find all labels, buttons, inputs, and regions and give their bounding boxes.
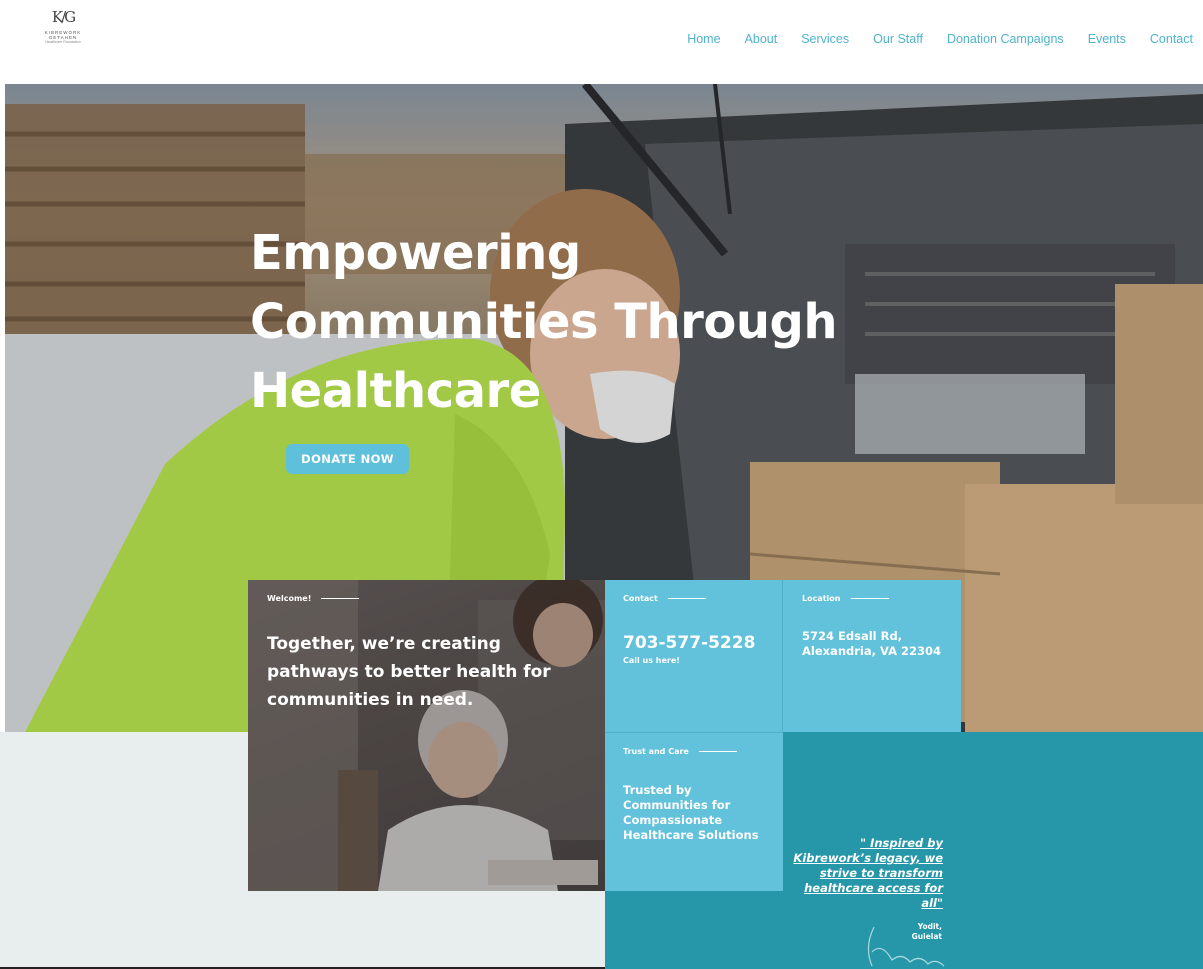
phone-number[interactable]: 703-577-5228	[623, 633, 755, 653]
nav-donation-campaigns[interactable]: Donation Campaigns	[947, 32, 1064, 46]
signature-image	[867, 926, 945, 967]
welcome-card: Welcome! Together, we’re creating pathwa…	[248, 580, 605, 891]
hero-title: Empowering Communities Through Healthcar…	[250, 219, 850, 426]
logo-mark: K/G	[51, 8, 76, 26]
nav-contact[interactable]: Contact	[1150, 32, 1193, 46]
location-label: Location	[802, 594, 889, 603]
logo-tagline: Healthcare Foundation	[45, 40, 81, 44]
location-card: Location 5724 Edsall Rd, Alexandria, VA …	[782, 580, 961, 732]
phone-subtext: Call us here!	[623, 656, 680, 665]
hero-title-line2: Communities Through	[250, 294, 838, 350]
site-header: K/G KIBREWORK GETAHEN Healthcare Foundat…	[0, 0, 1203, 84]
trust-label: Trust and Care	[623, 747, 737, 756]
quote-text: " Inspired by Kibrework’s legacy, we str…	[793, 836, 943, 910]
trust-text: Trusted by Communities for Compassionate…	[623, 783, 759, 842]
nav-our-staff[interactable]: Our Staff	[873, 32, 923, 46]
trust-card: Trust and Care Trusted by Communities fo…	[605, 732, 783, 891]
nav-services[interactable]: Services	[801, 32, 849, 46]
welcome-text: Together, we’re creating pathways to bet…	[267, 634, 551, 710]
welcome-label: Welcome!	[267, 594, 359, 603]
nav-about[interactable]: About	[745, 32, 778, 46]
address-text: 5724 Edsall Rd, Alexandria, VA 22304	[802, 629, 942, 658]
hero-title-line3: Healthcare	[250, 363, 541, 419]
welcome-background-image	[248, 580, 605, 891]
nav-events[interactable]: Events	[1088, 32, 1126, 46]
contact-label: Contact	[623, 594, 706, 603]
site-logo[interactable]: K/G KIBREWORK GETAHEN Healthcare Foundat…	[38, 8, 88, 56]
nav-home[interactable]: Home	[687, 32, 720, 46]
donate-now-button[interactable]: DONATE NOW	[286, 444, 409, 474]
hero-title-line1: Empowering	[250, 225, 581, 281]
contact-card: Contact 703-577-5228 Call us here!	[605, 580, 782, 732]
main-nav: Home About Services Our Staff Donation C…	[663, 32, 1193, 46]
